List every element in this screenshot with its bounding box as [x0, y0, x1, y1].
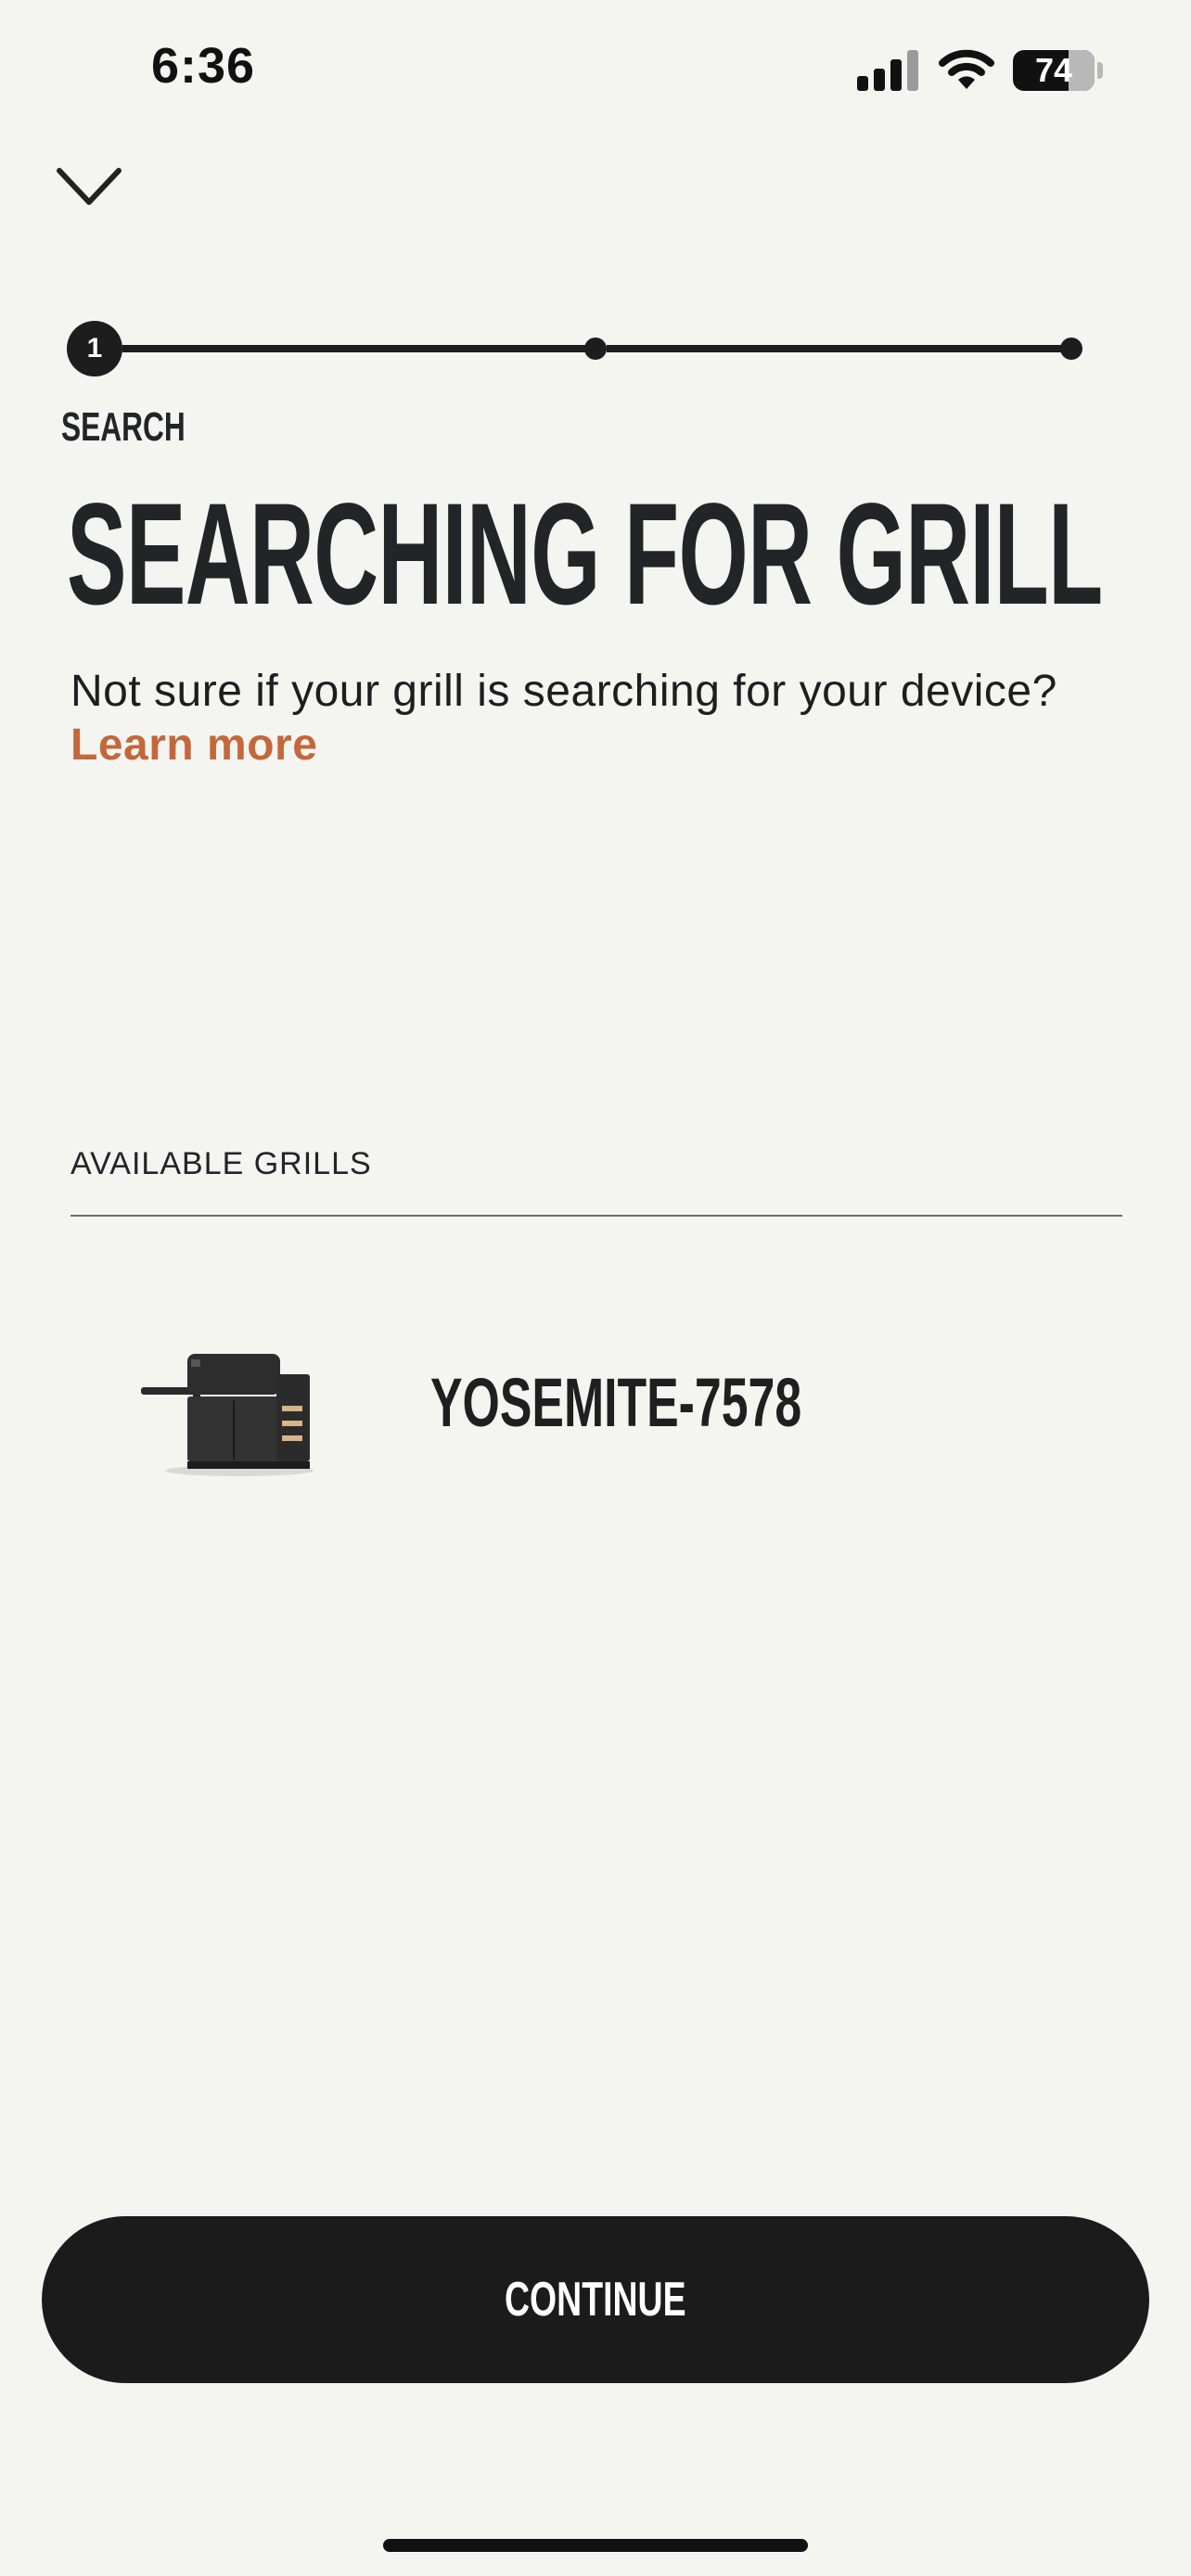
wifi-icon	[939, 49, 994, 89]
cellular-signal-icon	[857, 50, 918, 91]
home-indicator[interactable]	[383, 2539, 808, 2552]
learn-more-link[interactable]: Learn more	[70, 720, 317, 771]
help-text: Not sure if your grill is searching for …	[70, 667, 1057, 716]
chevron-down-icon[interactable]	[56, 165, 122, 210]
step-3-dot	[1060, 338, 1082, 360]
continue-button[interactable]: CONTINUE	[42, 2216, 1149, 2383]
step-label: SEARCH	[61, 404, 186, 450]
section-divider	[70, 1215, 1122, 1217]
grill-list-item[interactable]: YOSEMITE-7578	[70, 1298, 1122, 1502]
step-2-dot	[584, 338, 607, 360]
step-connector-2	[607, 345, 1070, 352]
battery-level: 74	[1034, 51, 1073, 89]
available-grills-label: AVAILABLE GRILLS	[70, 1146, 372, 1181]
status-time: 6:36	[151, 38, 256, 94]
continue-button-label: CONTINUE	[505, 2273, 686, 2327]
page-title: SEARCHING FOR GRILL	[67, 474, 1103, 635]
grill-name: YOSEMITE-7578	[430, 1364, 802, 1441]
grill-icon	[141, 1354, 314, 1476]
step-1-indicator: 1	[67, 321, 122, 376]
step-connector-1	[122, 345, 586, 352]
battery-tip	[1097, 62, 1103, 79]
